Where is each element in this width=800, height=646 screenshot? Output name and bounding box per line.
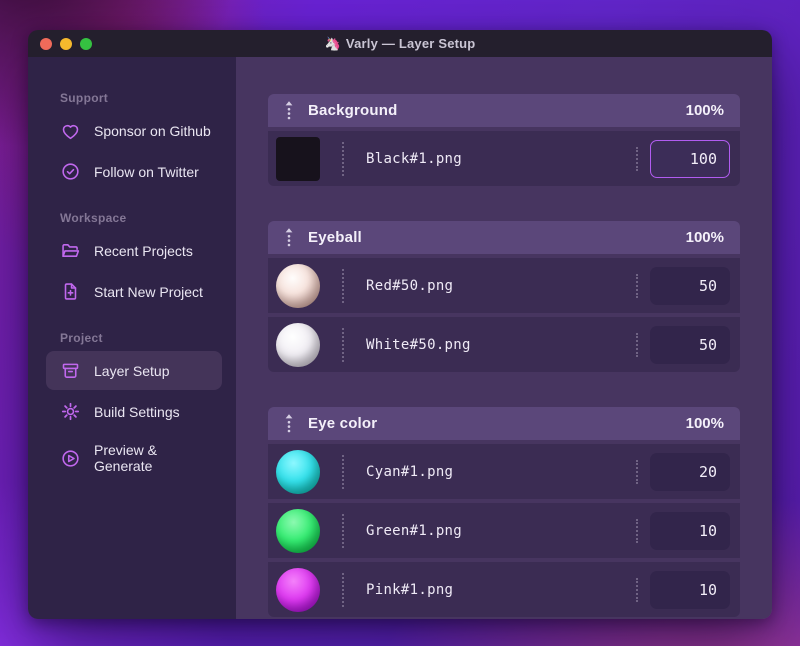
layer-row-green-1-png[interactable]: Green#1.png [268,503,740,558]
divider [342,268,344,303]
layer-weight-input[interactable] [650,325,730,364]
sidebar-item-follow-on-twitter[interactable]: Follow on Twitter [46,152,222,191]
sidebar-item-preview-generate[interactable]: Preview & Generate [46,433,222,483]
sidebar-section-label: Project [60,331,103,345]
layer-row-black-1-png[interactable]: Black#1.png [268,131,740,186]
sidebar-item-label: Preview & Generate [94,442,158,474]
drag-handle-icon[interactable] [284,227,294,249]
app-icon: 🦄 [324,35,341,51]
play-circle-icon [60,448,81,469]
layer-filename: Red#50.png [366,277,454,294]
layer-group-name: Eyeball [308,229,362,246]
layer-filename: Pink#1.png [366,581,454,598]
window-title: 🦄 Varly — Layer Setup [28,36,772,52]
divider [636,577,638,602]
layer-row-red-50-png[interactable]: Red#50.png [268,258,740,313]
divider [342,513,344,548]
sidebar-item-label: Start New Project [94,283,203,300]
layer-group-eyeball: Eyeball 100% Red#50.png White#50.png [268,221,740,372]
sidebar-item-label: Recent Projects [94,242,193,259]
file-plus-icon [60,281,81,302]
sidebar-item-recent-projects[interactable]: Recent Projects [46,231,222,270]
verified-badge-icon [60,161,81,182]
layer-weight-input[interactable] [650,452,730,491]
titlebar: 🦄 Varly — Layer Setup [28,30,772,57]
divider [342,572,344,607]
divider [636,518,638,543]
layer-thumbnail-red-sphere [276,263,320,308]
sidebar-item-build-settings[interactable]: Build Settings [46,392,222,431]
layer-group-weight: 100% [685,229,724,246]
sidebar-item-label: Follow on Twitter [94,163,199,180]
layer-thumbnail-cyan-sphere [276,449,320,494]
sidebar-section: Support Sponsor on Github Follow on Twit… [28,91,236,191]
layer-filename: Black#1.png [366,150,463,167]
layer-group-weight: 100% [685,415,724,432]
layer-weight-input[interactable] [650,511,730,550]
sidebar-section: Project Layer Setup Build Settings Previ… [28,331,236,483]
sidebar-section-label: Support [60,91,109,105]
layer-group-name: Background [308,102,398,119]
layer-group-header[interactable]: Eyeball 100% [268,221,740,254]
layer-weight-input[interactable] [650,570,730,609]
gear-icon [60,401,81,422]
sidebar-item-label: Layer Setup [94,362,170,379]
layer-thumbnail-white-sphere [276,322,320,367]
window-content: Support Sponsor on Github Follow on Twit… [28,57,772,619]
sidebar-item-label: Build Settings [94,403,180,420]
layers-icon [60,360,81,381]
layer-thumbnail-pink-sphere [276,567,320,612]
layer-filename: White#50.png [366,336,471,353]
layer-weight-input[interactable] [650,266,730,305]
divider [342,327,344,362]
layer-thumbnail-green-sphere [276,508,320,553]
layer-row-white-50-png[interactable]: White#50.png [268,317,740,372]
layer-row-pink-1-png[interactable]: Pink#1.png [268,562,740,617]
divider [636,459,638,484]
drag-handle-icon[interactable] [284,413,294,435]
sidebar-item-layer-setup[interactable]: Layer Setup [46,351,222,390]
sidebar-section: Workspace Recent Projects Start New Proj… [28,211,236,311]
divider [636,146,638,171]
layer-group-eye-color: Eye color 100% Cyan#1.png Green#1.png Pi… [268,407,740,617]
window-title-text: Varly — Layer Setup [345,35,476,51]
layer-group-header[interactable]: Background 100% [268,94,740,127]
sidebar-item-start-new-project[interactable]: Start New Project [46,272,222,311]
app-window: 🦄 Varly — Layer Setup Support Sponsor on … [28,30,772,619]
layer-row-cyan-1-png[interactable]: Cyan#1.png [268,444,740,499]
divider [342,454,344,489]
drag-handle-icon[interactable] [284,100,294,122]
layer-setup-panel: Background 100% Black#1.png Eyeball 100%… [236,57,772,619]
heart-icon [60,120,81,141]
divider [636,273,638,298]
layer-thumbnail-black-square [276,136,320,181]
sidebar-section-label: Workspace [60,211,127,225]
divider [342,141,344,176]
layer-group-background: Background 100% Black#1.png [268,94,740,186]
layer-filename: Green#1.png [366,522,463,539]
layer-group-header[interactable]: Eye color 100% [268,407,740,440]
layer-group-weight: 100% [685,102,724,119]
layer-filename: Cyan#1.png [366,463,454,480]
layer-group-name: Eye color [308,415,378,432]
sidebar-item-sponsor-on-github[interactable]: Sponsor on Github [46,111,222,150]
layer-weight-input[interactable] [650,139,730,178]
sidebar-item-label: Sponsor on Github [94,122,211,139]
folder-icon [60,240,81,261]
divider [636,332,638,357]
sidebar: Support Sponsor on Github Follow on Twit… [28,57,236,619]
